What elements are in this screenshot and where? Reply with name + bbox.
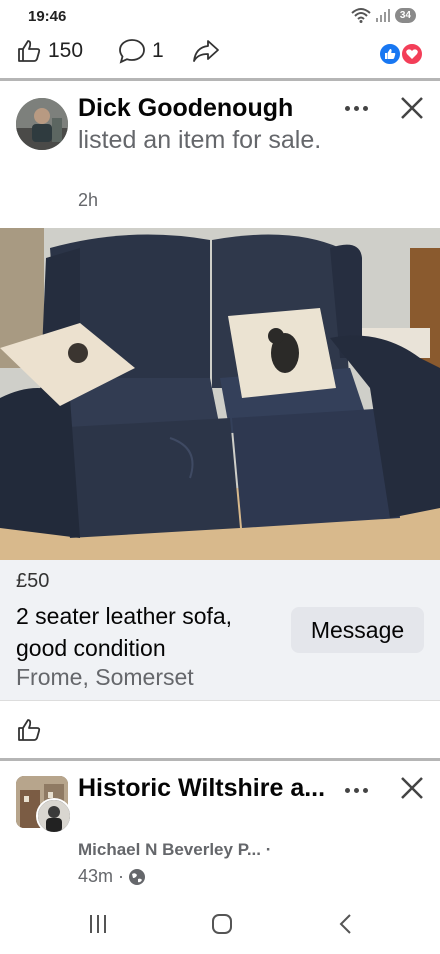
author-name[interactable]: Dick Goodenough <box>78 94 293 122</box>
listing-location: Frome, Somerset <box>16 664 194 690</box>
next-post-header: Historic Wiltshire a... Michael N Beverl… <box>0 764 440 894</box>
dot <box>344 105 350 111</box>
thumbs-up-icon <box>18 40 41 62</box>
post-author-line: Dick Goodenough listed an item for sale. <box>78 92 328 156</box>
listing-title: 2 seater leather sofa, good condition <box>16 603 233 661</box>
back-icon[interactable] <box>334 912 358 936</box>
dot <box>344 787 350 793</box>
message-button[interactable]: Message <box>291 607 424 653</box>
dot <box>362 105 368 111</box>
listing-details[interactable]: £50 2 seater leather sofa, good conditio… <box>0 560 440 700</box>
signal-icon <box>375 9 390 22</box>
like-icon[interactable] <box>16 717 42 743</box>
share-button[interactable] <box>192 38 220 64</box>
reaction-bar: 150 1 <box>0 34 440 78</box>
dot <box>353 787 359 793</box>
more-options-button[interactable] <box>338 96 374 120</box>
home-icon[interactable] <box>210 912 234 936</box>
status-bar: 19:46 34 <box>0 0 440 34</box>
reaction-icons[interactable] <box>378 42 424 66</box>
poster-avatar[interactable] <box>36 798 72 834</box>
wifi-icon <box>351 8 371 23</box>
like-count: 150 <box>48 39 84 62</box>
globe-icon <box>129 868 146 885</box>
post-header: Dick Goodenough listed an item for sale.… <box>0 84 440 222</box>
author-avatar[interactable] <box>16 98 68 150</box>
status-icons: 34 <box>351 7 416 23</box>
status-time: 19:46 <box>28 8 67 25</box>
recent-apps-icon[interactable] <box>86 912 110 936</box>
post-action: listed an item for sale. <box>78 126 322 154</box>
comment-count-button[interactable]: 1 <box>118 38 164 64</box>
post-time[interactable]: 2h <box>78 190 98 211</box>
like-count-button[interactable]: 150 <box>16 38 83 64</box>
post-time: 43m · <box>78 866 146 887</box>
close-icon[interactable] <box>400 96 424 120</box>
close-icon[interactable] <box>400 776 424 800</box>
group-name[interactable]: Historic Wiltshire a... <box>78 772 328 804</box>
system-nav-bar <box>0 898 440 954</box>
dot <box>353 105 359 111</box>
comment-count: 1 <box>152 39 164 62</box>
listing-photo[interactable] <box>0 228 440 560</box>
battery-indicator: 34 <box>394 7 416 23</box>
comment-icon <box>119 39 145 64</box>
post-author[interactable]: Michael N Beverley P... · <box>78 840 271 860</box>
more-options-button[interactable] <box>338 778 374 802</box>
share-icon <box>193 40 219 62</box>
dot <box>362 787 368 793</box>
listing-price: £50 <box>16 570 50 592</box>
section-divider <box>0 758 440 761</box>
post-time-text: 43m · <box>78 866 125 886</box>
section-divider <box>0 78 440 81</box>
post-actions <box>0 700 440 759</box>
